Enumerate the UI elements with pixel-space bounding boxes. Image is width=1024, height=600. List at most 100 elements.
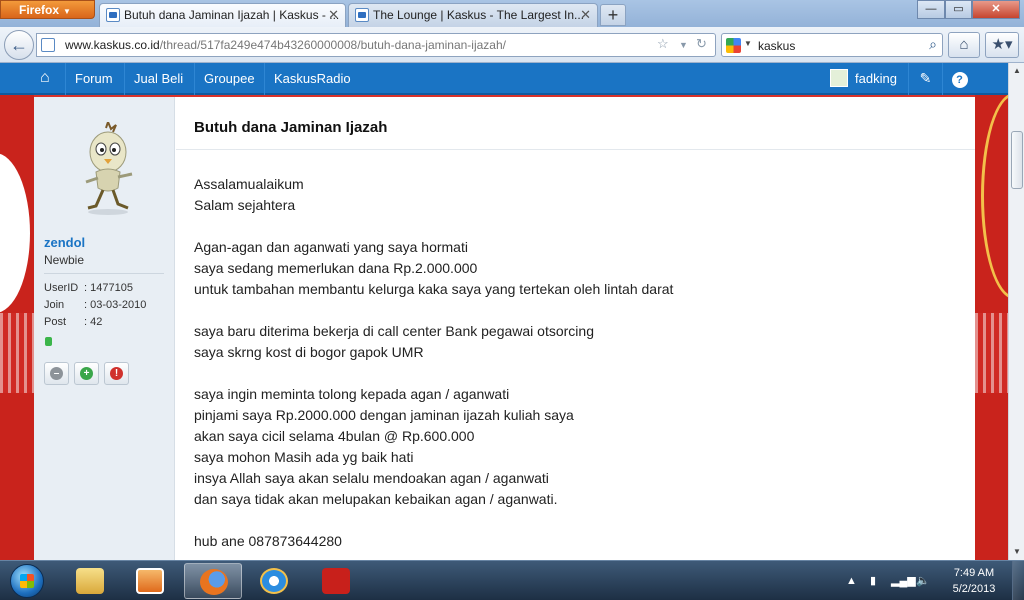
stat-key: Post bbox=[44, 316, 67, 328]
warning-icon: ! bbox=[110, 367, 123, 380]
nav-item-groupee[interactable]: Groupee bbox=[194, 63, 264, 95]
navigation-toolbar: ← www.kaskus.co.id/thread/517fa249e474b4… bbox=[0, 27, 1024, 63]
search-engine-dropdown-icon[interactable]: ▼ bbox=[744, 39, 752, 48]
post-text-line: saya mohon Masih ada yg baik hati bbox=[194, 449, 414, 465]
stat-value: : 42 bbox=[84, 316, 103, 328]
divider bbox=[44, 273, 164, 274]
reload-icon[interactable]: ↻ bbox=[696, 36, 707, 52]
post-text-line: pinjami saya Rp.2000.000 dengan jaminan … bbox=[194, 407, 574, 423]
taskbar-internet-explorer[interactable] bbox=[245, 563, 303, 599]
clock-time: 7:49 AM bbox=[953, 567, 995, 579]
volume-icon[interactable]: 🔈 bbox=[916, 561, 930, 600]
post-text-line: saya baru diterima bekerja di call cente… bbox=[194, 323, 594, 339]
network-signal-icon[interactable]: ▂▄▆ bbox=[891, 561, 916, 600]
url-text[interactable]: www.kaskus.co.id/thread/517fa249e474b432… bbox=[65, 38, 506, 52]
post-text-line: insya Allah saya akan selalu mendoakan a… bbox=[194, 470, 549, 486]
system-clock[interactable]: 7:49 AM 5/2/2013 bbox=[945, 565, 1003, 597]
maximize-button[interactable]: ▭ bbox=[945, 0, 972, 19]
google-search-engine-icon[interactable] bbox=[726, 38, 741, 53]
tab-title: The Lounge | Kaskus - The Largest In... bbox=[373, 8, 585, 22]
user-name[interactable]: fadking bbox=[855, 63, 897, 94]
site-identity-icon[interactable] bbox=[41, 38, 55, 52]
post-text-line: untuk tambahan membantu kelurga kaka say… bbox=[194, 281, 674, 297]
stat-value: : 1477105 bbox=[84, 282, 133, 294]
close-tab-icon[interactable]: ✕ bbox=[328, 4, 339, 26]
search-input[interactable]: kaskus bbox=[758, 39, 795, 53]
scroll-up-icon[interactable]: ▲ bbox=[1009, 63, 1024, 79]
show-desktop-button[interactable] bbox=[1012, 561, 1024, 600]
firefox-menu-label: Firefox bbox=[19, 3, 60, 17]
search-bar[interactable]: ▼ kaskus ⌕ bbox=[721, 33, 943, 57]
windows-taskbar: ▲ ▮ ▂▄▆ 🔈 7:49 AM 5/2/2013 bbox=[0, 560, 1024, 600]
stat-key: Join bbox=[44, 299, 65, 311]
bookmarks-button[interactable]: ★▾ bbox=[985, 32, 1019, 58]
browser-title-bar: Firefox ▼ Butuh dana Jaminan Ijazah | Kas… bbox=[0, 0, 1024, 27]
search-icon[interactable]: ⌕ bbox=[929, 36, 937, 53]
bookmark-star-icon[interactable]: ☆ bbox=[657, 36, 669, 52]
close-window-button[interactable]: ✕ bbox=[972, 0, 1020, 19]
tab-kaskus-thread[interactable]: Butuh dana Jaminan Ijazah | Kaskus - ...… bbox=[99, 3, 346, 27]
thread-post: zendol Newbie UserID : 1477105 Join : 03-0… bbox=[34, 97, 975, 560]
minimize-button[interactable]: — bbox=[917, 0, 945, 19]
edit-pencil-icon[interactable]: ✎ bbox=[908, 63, 942, 95]
windows-logo-icon bbox=[10, 564, 44, 598]
media-player-icon bbox=[136, 568, 164, 594]
divider bbox=[176, 149, 975, 150]
kaskus-favicon-icon bbox=[106, 8, 120, 22]
adobe-reader-icon bbox=[322, 568, 350, 594]
battery-icon[interactable]: ▮ bbox=[870, 561, 876, 600]
post-text-line: saya sedang memerlukan dana Rp.2.000.000 bbox=[194, 260, 478, 276]
poster-sidebar: zendol Newbie UserID : 1477105 Join : 03-0… bbox=[34, 97, 175, 560]
start-button[interactable] bbox=[2, 562, 54, 600]
nav-item-jual-beli[interactable]: Jual Beli bbox=[124, 63, 192, 95]
help-button[interactable]: ? bbox=[942, 63, 976, 95]
poster-username[interactable]: zendol bbox=[44, 235, 85, 250]
close-tab-icon[interactable]: ✕ bbox=[580, 4, 591, 26]
nav-item-forum[interactable]: Forum bbox=[65, 63, 122, 95]
post-text-line: Salam sejahtera bbox=[194, 197, 296, 213]
post-text-line: akan saya cicil selama 4bulan @ Rp.600.0… bbox=[194, 428, 475, 444]
post-text-line: dan saya tidak akan melupakan kebaikan a… bbox=[194, 491, 558, 507]
minus-icon: – bbox=[50, 367, 63, 380]
plus-icon: + bbox=[80, 367, 93, 380]
back-button[interactable]: ← bbox=[4, 30, 34, 60]
taskbar-adobe-reader[interactable] bbox=[307, 563, 365, 599]
user-avatar[interactable] bbox=[830, 69, 848, 87]
nav-item-kaskusradio[interactable]: KaskusRadio bbox=[264, 63, 360, 95]
kaskus-favicon-icon bbox=[355, 8, 369, 22]
firefox-icon bbox=[200, 569, 228, 595]
poster-stat-userid: UserID : 1477105 bbox=[44, 282, 133, 294]
internet-explorer-icon bbox=[260, 568, 288, 594]
history-dropdown-icon[interactable]: ▼ bbox=[679, 40, 688, 50]
report-user-button[interactable]: ! bbox=[104, 362, 129, 385]
clock-date: 5/2/2013 bbox=[952, 583, 996, 595]
scrollbar-thumb[interactable] bbox=[1011, 131, 1023, 189]
home-button[interactable]: ⌂ bbox=[948, 32, 980, 58]
new-tab-button[interactable]: + bbox=[600, 4, 626, 26]
stat-key: UserID bbox=[44, 282, 79, 294]
help-icon: ? bbox=[951, 72, 968, 88]
page-scrollbar[interactable]: ▲ ▼ bbox=[1008, 63, 1024, 560]
poster-stat-post: Post : 42 bbox=[44, 316, 102, 328]
url-domain: www.kaskus.co.id bbox=[65, 38, 160, 52]
post-text-line: hub ane 087873644280 bbox=[194, 533, 342, 549]
tab-kaskus-lounge[interactable]: The Lounge | Kaskus - The Largest In... … bbox=[348, 3, 598, 27]
scroll-down-icon[interactable]: ▼ bbox=[1009, 544, 1024, 560]
stat-value: : 03-03-2010 bbox=[84, 299, 147, 311]
ignore-user-button[interactable]: – bbox=[44, 362, 69, 385]
show-hidden-icons[interactable]: ▲ bbox=[846, 561, 857, 600]
taskbar-explorer[interactable] bbox=[61, 563, 119, 599]
poster-rank: Newbie bbox=[44, 253, 85, 267]
taskbar-firefox[interactable] bbox=[184, 563, 242, 599]
post-text-line: saya ingin meminta tolong kepada agan / … bbox=[194, 386, 510, 402]
post-text-line: saya skrng kost di bogor gapok UMR bbox=[194, 344, 424, 360]
add-friend-button[interactable]: + bbox=[74, 362, 99, 385]
back-arrow-icon: ← bbox=[10, 35, 28, 55]
page-background-decoration bbox=[0, 63, 34, 560]
kaskus-top-nav: ⌂ Forum Jual Beli Groupee KaskusRadio fa… bbox=[0, 63, 1008, 95]
firefox-menu-button[interactable]: Firefox ▼ bbox=[0, 0, 95, 19]
taskbar-media-player[interactable] bbox=[121, 563, 179, 599]
home-icon[interactable]: ⌂ bbox=[40, 69, 50, 87]
address-bar[interactable]: www.kaskus.co.id/thread/517fa249e474b432… bbox=[36, 33, 716, 57]
user-avatar-chicken-mascot[interactable] bbox=[78, 122, 138, 217]
